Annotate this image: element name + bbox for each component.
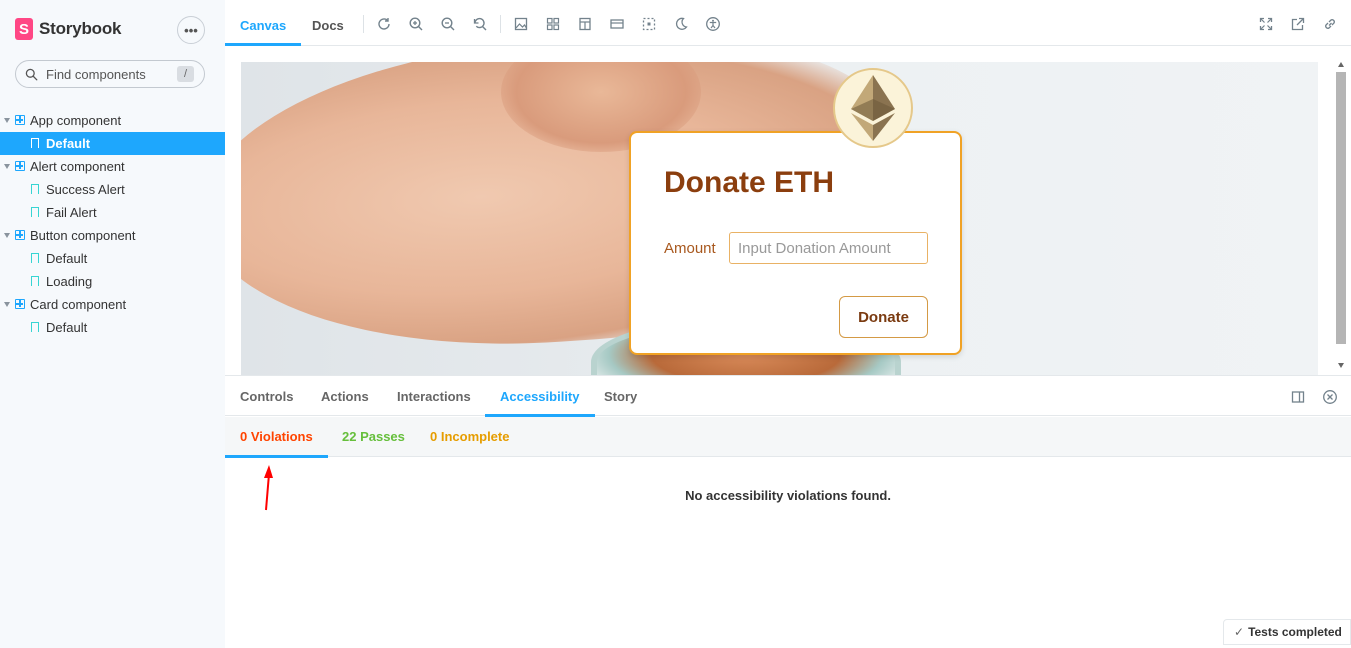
caret-down-icon bbox=[4, 118, 10, 123]
panel-orientation-icon[interactable] bbox=[1290, 389, 1306, 405]
tree-story-button-loading[interactable]: Loading bbox=[0, 270, 225, 293]
tree-item-label: Button component bbox=[30, 228, 136, 243]
bookmark-icon bbox=[30, 276, 39, 289]
bookmark-icon bbox=[30, 207, 39, 220]
outline-icon[interactable] bbox=[641, 16, 657, 32]
fullscreen-icon[interactable] bbox=[1258, 16, 1274, 32]
no-violations-message: No accessibility violations found. bbox=[685, 488, 891, 503]
tree-story-fail-alert[interactable]: Fail Alert bbox=[0, 201, 225, 224]
donate-card: Donate ETH Amount Donate bbox=[629, 131, 962, 355]
component-icon bbox=[15, 161, 25, 171]
toolbar-divider bbox=[500, 15, 501, 33]
a11y-result-tabs: 0 Violations 22 Passes 0 Incomplete bbox=[225, 417, 1351, 458]
canvas-area: Donate ETH Amount Donate bbox=[225, 46, 1351, 375]
main-area: Canvas Docs Donate ETH Amount Input Dona… bbox=[225, 0, 1351, 648]
bookmark-icon bbox=[30, 253, 39, 266]
tree-item-label: Alert component bbox=[30, 159, 125, 174]
amount-label: Amount bbox=[664, 240, 716, 257]
tab-passes[interactable]: 22 Passes bbox=[327, 417, 420, 457]
storybook-logo-icon: S bbox=[15, 18, 33, 40]
more-menu-button[interactable]: ••• bbox=[177, 16, 205, 44]
bookmark-icon bbox=[30, 138, 39, 151]
tab-accessibility[interactable]: Accessibility bbox=[485, 376, 595, 417]
reload-icon[interactable] bbox=[376, 16, 392, 32]
tab-actions[interactable]: Actions bbox=[306, 376, 384, 416]
search-icon bbox=[25, 68, 38, 80]
brand-name: Storybook bbox=[39, 19, 122, 38]
tree-group-alert-component[interactable]: Alert component bbox=[0, 155, 225, 178]
search-shortcut-key: / bbox=[177, 66, 194, 82]
component-tree: App component Default Alert component Su… bbox=[0, 109, 225, 339]
tab-interactions[interactable]: Interactions bbox=[382, 376, 486, 416]
tree-group-app-component[interactable]: App component bbox=[0, 109, 225, 132]
tab-incomplete[interactable]: 0 Incomplete bbox=[415, 417, 524, 457]
checkmark-icon: ✓ bbox=[1234, 625, 1245, 639]
accessibility-icon[interactable] bbox=[705, 16, 721, 32]
tree-item-label: Success Alert bbox=[46, 182, 125, 197]
scroll-up-icon[interactable] bbox=[1338, 62, 1344, 67]
tree-story-app-default[interactable]: Default bbox=[0, 132, 225, 155]
story-preview: Donate ETH Amount Donate bbox=[241, 62, 1318, 375]
tree-group-card-component[interactable]: Card component bbox=[0, 293, 225, 316]
tree-item-label: Default bbox=[46, 320, 88, 335]
tab-canvas[interactable]: Canvas bbox=[225, 0, 302, 46]
search-input[interactable]: Find components bbox=[46, 67, 146, 82]
copy-link-icon[interactable] bbox=[1322, 16, 1338, 32]
donation-amount-input[interactable] bbox=[729, 232, 928, 264]
zoom-out-icon[interactable] bbox=[440, 16, 456, 32]
theme-moon-icon[interactable] bbox=[673, 16, 689, 32]
component-icon bbox=[15, 115, 25, 125]
brand[interactable]: S Storybook bbox=[15, 18, 121, 40]
bookmark-icon bbox=[30, 184, 39, 197]
component-icon bbox=[15, 299, 25, 309]
preview-toolbar: Canvas Docs bbox=[225, 0, 1351, 46]
caret-down-icon bbox=[4, 302, 10, 307]
tree-item-label: Loading bbox=[46, 274, 93, 289]
grid-icon[interactable] bbox=[545, 16, 561, 32]
canvas-scrollbar[interactable] bbox=[1335, 62, 1347, 375]
close-panel-icon[interactable] bbox=[1322, 389, 1338, 405]
ethereum-logo-icon bbox=[833, 68, 913, 148]
zoom-in-icon[interactable] bbox=[408, 16, 424, 32]
caret-down-icon bbox=[4, 233, 10, 238]
tab-story[interactable]: Story bbox=[589, 376, 652, 416]
tree-item-label: Default bbox=[46, 136, 91, 151]
donate-button[interactable]: Donate bbox=[839, 296, 928, 338]
open-new-tab-icon[interactable] bbox=[1290, 16, 1306, 32]
component-icon bbox=[15, 230, 25, 240]
bookmark-icon bbox=[30, 322, 39, 335]
tree-story-card-default[interactable]: Default bbox=[0, 316, 225, 339]
tests-status: ✓ Tests completed bbox=[1223, 619, 1351, 645]
scrollbar-thumb[interactable] bbox=[1336, 72, 1346, 344]
zoom-reset-icon[interactable] bbox=[472, 16, 488, 32]
caret-down-icon bbox=[4, 164, 10, 169]
sidebar: S Storybook ••• Find components / App co… bbox=[0, 0, 225, 648]
measure-icon[interactable] bbox=[609, 16, 625, 32]
tab-controls[interactable]: Controls bbox=[225, 376, 308, 416]
toolbar-divider bbox=[363, 15, 364, 33]
tab-violations[interactable]: 0 Violations bbox=[225, 417, 328, 458]
tree-item-label: Default bbox=[46, 251, 88, 266]
viewport-icon[interactable] bbox=[577, 16, 593, 32]
tree-story-button-default[interactable]: Default bbox=[0, 247, 225, 270]
tests-status-label: Tests completed bbox=[1248, 625, 1342, 639]
tree-group-button-component[interactable]: Button component bbox=[0, 224, 225, 247]
addons-tabbar: Controls Actions Interactions Accessibil… bbox=[225, 376, 1351, 417]
tree-story-success-alert[interactable]: Success Alert bbox=[0, 178, 225, 201]
tree-item-label: Card component bbox=[30, 297, 127, 312]
search-field[interactable]: Find components / bbox=[15, 60, 205, 88]
tree-item-label: Fail Alert bbox=[46, 205, 97, 220]
tab-docs[interactable]: Docs bbox=[297, 0, 359, 46]
addons-panel: Controls Actions Interactions Accessibil… bbox=[225, 375, 1351, 648]
donate-title: Donate ETH bbox=[664, 166, 835, 199]
tree-item-label: App component bbox=[30, 113, 122, 128]
scroll-down-icon[interactable] bbox=[1338, 363, 1344, 368]
background-icon[interactable] bbox=[513, 16, 529, 32]
